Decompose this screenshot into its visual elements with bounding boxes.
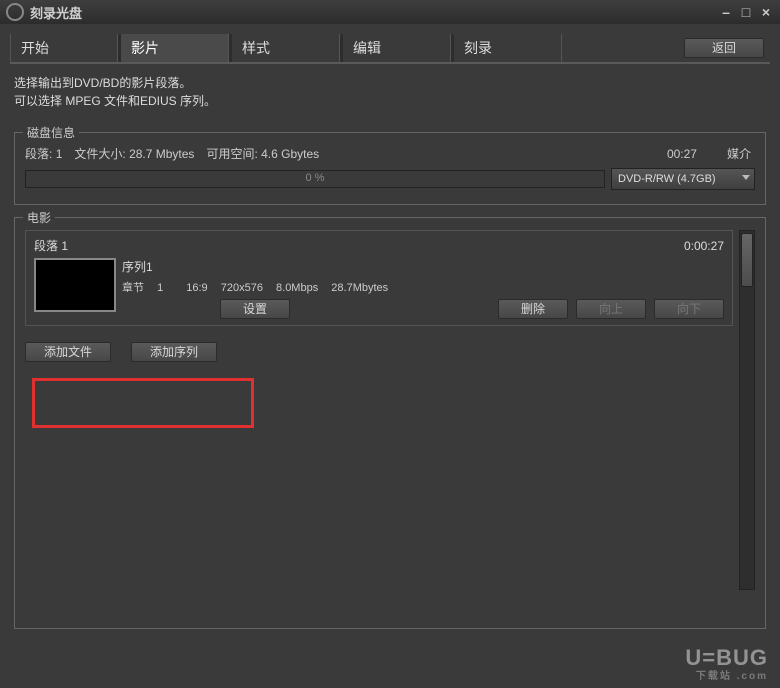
scrollbar-thumb[interactable] [741,233,753,287]
media-select-value: DVD-R/RW (4.7GB) [618,173,716,185]
filesize-label: 文件大小: [74,145,125,162]
add-file-button[interactable]: 添加文件 [25,342,111,362]
movie-group-title: 电影 [23,209,55,226]
tab-style[interactable]: 样式 [232,34,340,62]
tab-bar: 开始 影片 样式 编辑 刻录 返回 [10,34,770,62]
sequence-meta: 章节 1 16:9 720x576 8.0Mbps 28.7Mbytes [122,279,724,295]
tab-edit[interactable]: 编辑 [343,34,451,62]
disk-usage-pct: 0 % [306,172,325,184]
maximize-button[interactable]: □ [738,4,754,20]
minimize-button[interactable]: – [718,4,734,20]
move-down-button[interactable]: 向下 [654,299,724,319]
title-bar: 刻录光盘 – □ × [0,0,780,24]
window-title: 刻录光盘 [30,3,82,22]
disk-usage-bar: 0 % [25,170,605,188]
watermark-sub: 下载站 .com [685,667,768,682]
back-button[interactable]: 返回 [684,38,764,58]
add-sequence-button[interactable]: 添加序列 [131,342,217,362]
hint-line2: 可以选择 MPEG 文件和EDIUS 序列。 [14,92,766,110]
hint-line1: 选择输出到DVD/BD的影片段落。 [14,74,766,92]
add-row: 添加文件 添加序列 [25,342,733,362]
sequence-thumbnail[interactable] [34,258,116,312]
media-select[interactable]: DVD-R/RW (4.7GB) [611,168,755,190]
movie-group: 电影 段落 1 0:00:27 序列1 章节 1 [14,217,766,629]
segment-block: 段落 1 0:00:27 序列1 章节 1 16:9 720x576 [25,230,733,326]
watermark: U=BUG 下载站 .com [685,645,768,682]
disk-info-group: 磁盘信息 段落: 1 文件大小: 28.7 Mbytes 可用空间: 4.6 G… [14,132,766,205]
movie-scrollbar[interactable] [739,230,755,590]
segments-label: 段落: [25,145,52,162]
segment-title: 段落 1 [34,237,68,254]
segments-value: 1 [56,147,63,161]
freespace-value: 4.6 Gbytes [261,147,319,161]
disk-info-title: 磁盘信息 [23,124,79,141]
sequence-name: 序列1 [122,258,724,275]
disk-time: 00:27 [667,147,727,161]
filesize-value: 28.7 Mbytes [129,147,194,161]
settings-button[interactable]: 设置 [220,299,290,319]
tab-start[interactable]: 开始 [10,34,118,62]
freespace-label: 可用空间: [206,145,257,162]
tab-burn[interactable]: 刻录 [454,34,562,62]
tab-movie[interactable]: 影片 [121,34,229,62]
chevron-down-icon [742,175,750,180]
app-icon [6,3,24,21]
media-label: 媒介 [727,145,755,162]
close-button[interactable]: × [758,4,774,20]
hint-text: 选择输出到DVD/BD的影片段落。 可以选择 MPEG 文件和EDIUS 序列。 [10,64,770,120]
move-up-button[interactable]: 向上 [576,299,646,319]
segment-duration: 0:00:27 [684,239,724,253]
delete-button[interactable]: 删除 [498,299,568,319]
